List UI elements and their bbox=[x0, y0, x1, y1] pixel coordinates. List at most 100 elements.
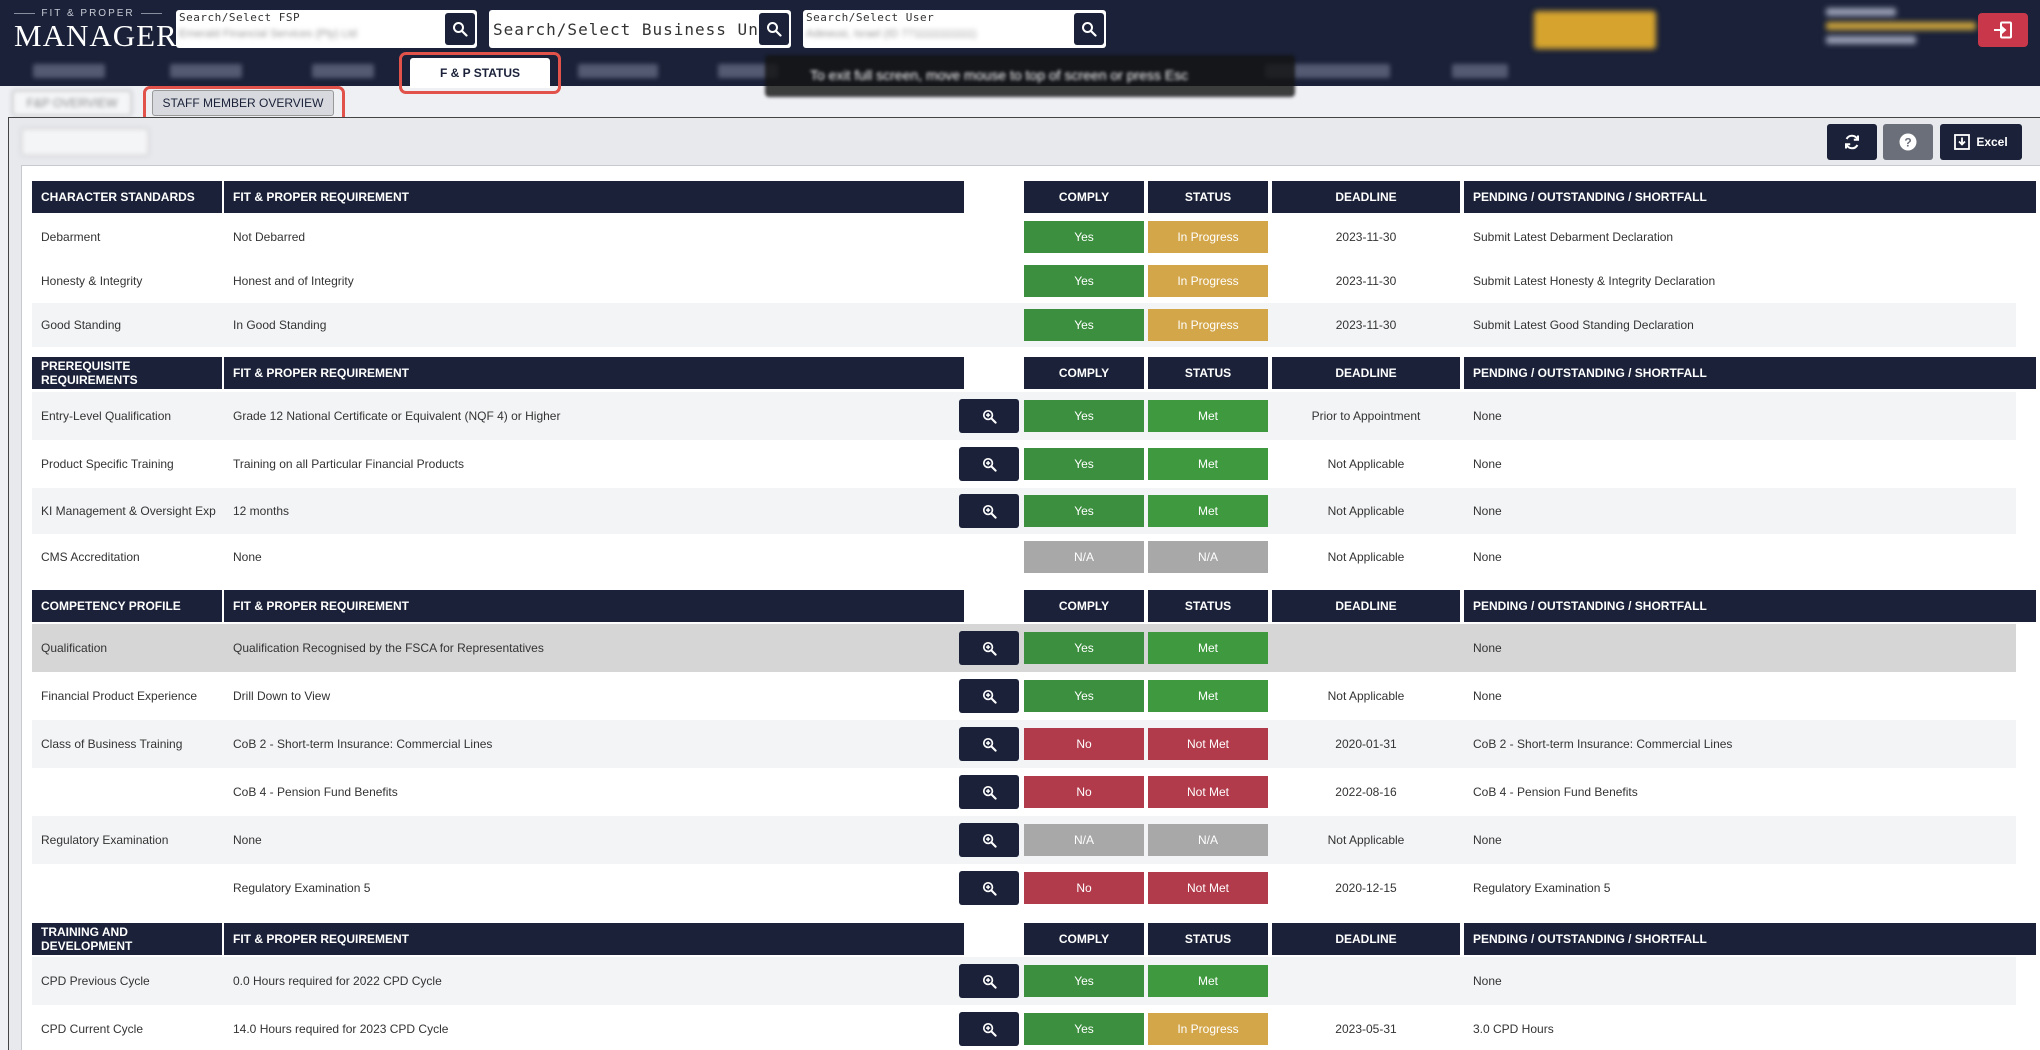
drill-down-button[interactable] bbox=[959, 447, 1019, 481]
table-row: Regulatory Examination None N/A N/A Not Appl… bbox=[32, 816, 2016, 864]
drill-down-button[interactable] bbox=[959, 1012, 1019, 1046]
row-category: Financial Product Experience bbox=[41, 689, 198, 703]
row-requirement: Regulatory Examination 5 bbox=[233, 881, 371, 895]
comply-badge: N/A bbox=[1024, 824, 1144, 856]
user-search-value[interactable]: Adewusi, Israel (ID 7711111111111) bbox=[806, 28, 976, 40]
business-unit-search-field[interactable]: Search/Select Business Unit bbox=[489, 10, 791, 48]
download-icon bbox=[1954, 134, 1971, 150]
row-category: Product Specific Training bbox=[41, 457, 174, 471]
business-unit-search-placeholder[interactable]: Search/Select Business Unit bbox=[493, 20, 780, 39]
drill-down-button[interactable] bbox=[959, 494, 1019, 528]
header-deadline: DEADLINE bbox=[1272, 590, 1460, 622]
nav-tab-blurred[interactable] bbox=[170, 64, 242, 78]
table-row: Entry-Level Qualification Grade 12 Nation… bbox=[32, 392, 2016, 440]
row-requirement: Not Debarred bbox=[233, 230, 306, 244]
comply-badge: Yes bbox=[1024, 632, 1144, 664]
drill-down-button[interactable] bbox=[959, 727, 1019, 761]
table-row: CPD Current Cycle 14.0 Hours required for… bbox=[32, 1005, 2016, 1050]
comply-badge: No bbox=[1024, 872, 1144, 904]
row-category: Entry-Level Qualification bbox=[41, 409, 172, 423]
row-pending: Submit Latest Good Standing Declaration bbox=[1473, 318, 1694, 332]
drill-down-button[interactable] bbox=[959, 399, 1019, 433]
table-row: Debarment Not Debarred Yes In Progress 2023-… bbox=[32, 215, 2016, 259]
header-deadline: DEADLINE bbox=[1272, 181, 1460, 213]
status-badge: N/A bbox=[1148, 541, 1268, 573]
header-deadline: DEADLINE bbox=[1272, 923, 1460, 955]
row-deadline: Not Applicable bbox=[1327, 550, 1405, 564]
fsp-search-field[interactable]: Search/Select FSP Emerald Financial Serv… bbox=[176, 10, 477, 48]
row-category: Regulatory Examination bbox=[41, 833, 169, 847]
comply-badge: Yes bbox=[1024, 495, 1144, 527]
zoom-in-icon bbox=[982, 1022, 997, 1037]
nav-tab-blurred[interactable] bbox=[312, 64, 374, 78]
status-badge: Met bbox=[1148, 965, 1268, 997]
svg-text:?: ? bbox=[1904, 135, 1911, 149]
row-category: Debarment bbox=[41, 230, 101, 244]
row-requirement: 14.0 Hours required for 2023 CPD Cycle bbox=[233, 1022, 449, 1036]
user-search-button[interactable] bbox=[1074, 13, 1104, 45]
row-requirement: 12 months bbox=[233, 504, 290, 518]
help-icon: ? bbox=[1899, 133, 1917, 151]
fsp-search-button[interactable] bbox=[445, 13, 475, 45]
row-pending: Submit Latest Honesty & Integrity Declar… bbox=[1473, 274, 1716, 288]
row-requirement: None bbox=[233, 550, 262, 564]
nav-tab-blurred[interactable] bbox=[1452, 64, 1508, 78]
comply-badge: Yes bbox=[1024, 265, 1144, 297]
header-comply: COMPLY bbox=[1024, 923, 1144, 955]
drill-down-button[interactable] bbox=[959, 871, 1019, 905]
table-row: KI Management & Oversight Exp 12 months Ye… bbox=[32, 488, 2016, 534]
status-badge: In Progress bbox=[1148, 265, 1268, 297]
row-requirement: None bbox=[233, 833, 262, 847]
header-deadline: DEADLINE bbox=[1272, 357, 1460, 389]
row-deadline: Not Applicable bbox=[1327, 504, 1405, 518]
nav-tab-blurred[interactable] bbox=[578, 64, 658, 78]
row-category: CPD Current Cycle bbox=[41, 1022, 144, 1036]
table-row: Product Specific Training Training on all… bbox=[32, 440, 2016, 488]
table-row: Class of Business Training CoB 2 - Short-… bbox=[32, 720, 2016, 768]
comply-badge: No bbox=[1024, 728, 1144, 760]
row-pending: None bbox=[1473, 550, 1502, 564]
section-title: CHARACTER STANDARDS bbox=[32, 181, 222, 213]
drill-down-button[interactable] bbox=[959, 631, 1019, 665]
subtab-fp-overview[interactable]: F&P OVERVIEW bbox=[12, 90, 132, 116]
section-title: TRAINING AND DEVELOPMENT bbox=[32, 923, 222, 955]
fsp-search-value[interactable]: Emerald Financial Services (Pty) Ltd bbox=[179, 28, 357, 40]
business-unit-search-button[interactable] bbox=[759, 13, 789, 45]
header-pending: PENDING / OUTSTANDING / SHORTFALL bbox=[1464, 181, 2036, 213]
row-pending: None bbox=[1473, 833, 1502, 847]
nav-tab-blurred[interactable] bbox=[33, 64, 105, 78]
status-badge: In Progress bbox=[1148, 309, 1268, 341]
drill-down-button[interactable] bbox=[959, 679, 1019, 713]
section-header: TRAINING AND DEVELOPMENT FIT & PROPER REQ… bbox=[32, 923, 2036, 955]
staff-name-chip bbox=[21, 128, 149, 156]
status-badge: Met bbox=[1148, 680, 1268, 712]
help-button[interactable]: ? bbox=[1883, 124, 1933, 160]
table-row: CMS Accreditation None N/A N/A Not Applicabl… bbox=[32, 534, 2016, 580]
user-search-field[interactable]: Search/Select User Adewusi, Israel (ID 7… bbox=[803, 10, 1106, 48]
table-row: Good Standing In Good Standing Yes In Progr… bbox=[32, 303, 2016, 347]
drill-down-button[interactable] bbox=[959, 775, 1019, 809]
drill-down-button[interactable] bbox=[959, 823, 1019, 857]
status-badge: In Progress bbox=[1148, 221, 1268, 253]
row-deadline: Not Applicable bbox=[1327, 833, 1405, 847]
row-category: KI Management & Oversight Exp bbox=[41, 504, 216, 518]
drill-down-button[interactable] bbox=[959, 964, 1019, 998]
refresh-button[interactable] bbox=[1827, 124, 1877, 160]
section-title: PREREQUISITE REQUIREMENTS bbox=[32, 357, 222, 389]
zoom-in-icon bbox=[982, 833, 997, 848]
zoom-in-icon bbox=[982, 641, 997, 656]
blurred-action-button[interactable] bbox=[1534, 11, 1656, 49]
section-header: PREREQUISITE REQUIREMENTS FIT & PROPER RE… bbox=[32, 357, 2036, 389]
header-pending: PENDING / OUTSTANDING / SHORTFALL bbox=[1464, 923, 2036, 955]
comply-badge: Yes bbox=[1024, 309, 1144, 341]
header-pending: PENDING / OUTSTANDING / SHORTFALL bbox=[1464, 590, 2036, 622]
table-row: Qualification Qualification Recognised by… bbox=[32, 624, 2016, 672]
status-badge: Met bbox=[1148, 400, 1268, 432]
row-deadline: 2020-12-15 bbox=[1335, 881, 1397, 895]
highlight-box-fp-status bbox=[399, 52, 561, 94]
logout-button[interactable] bbox=[1978, 13, 2028, 47]
zoom-in-icon bbox=[982, 881, 997, 896]
status-badge: Met bbox=[1148, 632, 1268, 664]
row-deadline: 2022-08-16 bbox=[1335, 785, 1397, 799]
excel-export-button[interactable]: Excel bbox=[1940, 124, 2022, 160]
